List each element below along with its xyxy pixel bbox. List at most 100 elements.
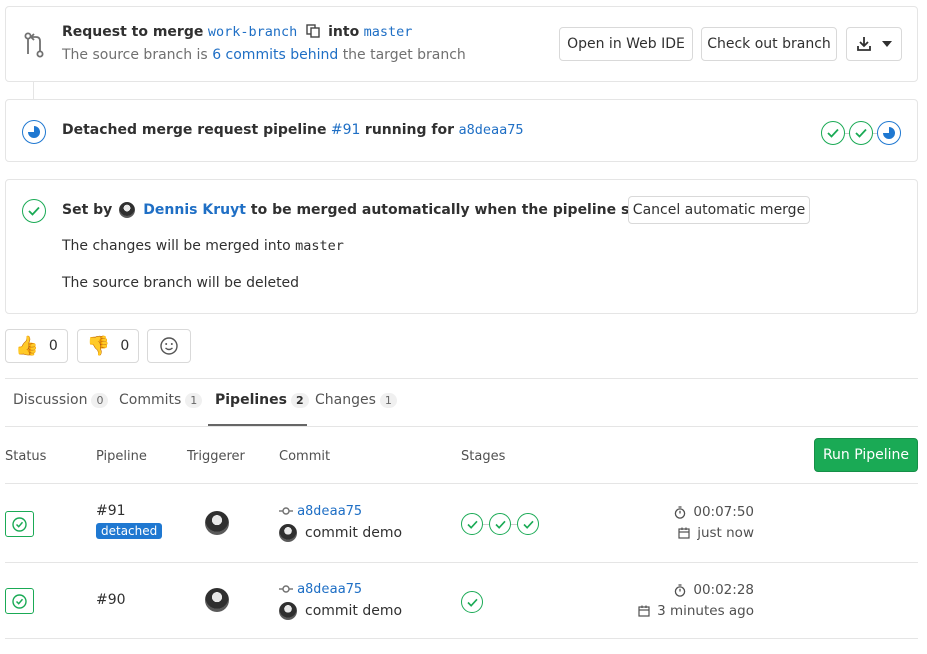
stage-running-icon[interactable] (877, 121, 901, 145)
thumbs-down-button[interactable]: 👎 0 (77, 329, 139, 363)
duration-row: 00:02:28 (674, 582, 754, 598)
pipeline-id-link[interactable]: #91 (331, 122, 361, 138)
pipeline-duration: 00:02:28 (693, 582, 754, 598)
tab-discussion[interactable]: Discussion 0 (13, 392, 109, 408)
commit-title-link[interactable]: commit demo (305, 603, 402, 619)
auto-merge-message: Set by Dennis Kruyt to be merged automat… (62, 202, 693, 218)
timeline-connector (33, 82, 34, 99)
download-dropdown-button[interactable] (846, 27, 902, 61)
detached-tag: detached (96, 523, 163, 539)
pipeline-duration: 00:07:50 (693, 504, 754, 520)
commit-title-row: commit demo (279, 524, 402, 542)
column-header-triggerer: Triggerer (187, 449, 245, 464)
auto-merge-card: Set by Dennis Kruyt to be merged automat… (5, 179, 918, 314)
pipeline-finished-time: 3 minutes ago (657, 603, 754, 619)
source-branch-link[interactable]: work-branch (208, 24, 297, 40)
check-out-branch-button[interactable]: Check out branch (701, 27, 837, 61)
avatar[interactable] (119, 202, 136, 218)
merge-request-icon (23, 32, 45, 58)
commit-sha-link[interactable]: a8deaa75 (297, 503, 362, 519)
auto-merge-text: to be merged automatically when the pipe… (250, 202, 694, 218)
tabs-top-divider (5, 378, 918, 379)
column-header-status: Status (5, 449, 47, 464)
merge-target-info: The changes will be merged into master (62, 238, 344, 254)
commit-sha-link[interactable]: a8deaa75 (297, 581, 362, 597)
calendar-icon (678, 527, 690, 539)
triggerer-avatar[interactable] (205, 588, 229, 612)
pipeline-banner: Detached merge request pipeline #91 runn… (5, 99, 918, 162)
tab-label: Commits (119, 392, 182, 408)
commit-author-avatar[interactable] (279, 602, 297, 620)
thumbs-down-count: 0 (120, 338, 130, 354)
row-divider (5, 638, 918, 639)
finished-row: just now (678, 525, 754, 541)
run-pipeline-button[interactable]: Run Pipeline (814, 438, 918, 472)
column-header-commit: Commit (279, 449, 331, 464)
pipeline-running-icon[interactable] (22, 120, 46, 144)
tab-count-badge: 0 (91, 393, 109, 408)
merged-into-text: The changes will be merged into (62, 238, 291, 254)
behind-status: The source branch is 6 commits behind th… (62, 47, 466, 63)
commits-behind-link[interactable]: 6 commits behind (212, 47, 338, 63)
thumbs-up-icon: 👍 (15, 334, 39, 357)
open-web-ide-button[interactable]: Open in Web IDE (559, 27, 693, 61)
commit-icon (279, 506, 293, 516)
tab-count-badge: 2 (290, 393, 309, 408)
tab-pipelines[interactable]: Pipelines 2 (215, 392, 309, 408)
pipeline-status-passed-badge[interactable] (5, 588, 34, 614)
row-divider (5, 562, 918, 563)
thumbs-down-icon: 👎 (86, 334, 111, 357)
stage-passed-icon[interactable] (849, 121, 873, 145)
download-icon (856, 36, 872, 52)
calendar-icon (638, 605, 650, 617)
add-reaction-button[interactable] (147, 329, 191, 363)
cancel-automatic-merge-button[interactable]: Cancel automatic merge (628, 196, 810, 224)
target-branch-link[interactable]: master (364, 24, 413, 40)
column-header-stages: Stages (461, 449, 506, 464)
tab-count-badge: 1 (379, 393, 397, 408)
chevron-down-icon (882, 41, 892, 47)
thumbs-up-count: 0 (48, 338, 58, 354)
merge-request-header: Request to merge work-branch into master… (5, 6, 918, 82)
commit-title-link[interactable]: commit demo (305, 525, 402, 541)
tabs-bottom-divider (5, 426, 918, 427)
stage-passed-icon[interactable] (489, 513, 511, 535)
timer-icon (674, 505, 686, 519)
running-for-text: running for (364, 122, 455, 138)
thumbs-up-button[interactable]: 👍 0 (5, 329, 68, 363)
pipeline-banner-prefix: Detached merge request pipeline (62, 122, 327, 138)
merged-into-branch: master (295, 238, 344, 254)
copy-branch-icon[interactable] (305, 24, 320, 38)
stage-passed-icon[interactable] (461, 591, 483, 613)
smiley-icon (160, 337, 178, 355)
tab-label: Pipelines (215, 392, 287, 408)
stage-passed-icon[interactable] (517, 513, 539, 535)
auto-merge-success-icon (22, 199, 46, 223)
commit-icon (279, 584, 293, 594)
pipeline-id-link[interactable]: #91 (96, 503, 126, 519)
duration-row: 00:07:50 (674, 504, 754, 520)
merge-request-title: Request to merge work-branch into master (62, 24, 412, 40)
timer-icon (674, 583, 686, 597)
stage-passed-icon[interactable] (461, 513, 483, 535)
pipeline-status-passed-badge[interactable] (5, 511, 34, 537)
commit-sha-row: a8deaa75 (279, 581, 362, 597)
tab-commits[interactable]: Commits 1 (119, 392, 203, 408)
pipeline-banner-text: Detached merge request pipeline #91 runn… (62, 122, 524, 138)
commit-author-avatar[interactable] (279, 524, 297, 542)
into-word: into (328, 24, 360, 40)
stage-passed-icon[interactable] (821, 121, 845, 145)
tab-changes[interactable]: Changes 1 (315, 392, 397, 408)
user-name-link[interactable]: Dennis Kruyt (143, 202, 246, 218)
pipeline-finished-time: just now (697, 525, 754, 541)
set-by-text: Set by (62, 202, 113, 218)
triggerer-avatar[interactable] (205, 511, 229, 535)
tab-label: Changes (315, 392, 376, 408)
behind-prefix: The source branch is (62, 47, 208, 63)
pipeline-id-link[interactable]: #90 (96, 592, 126, 608)
behind-suffix: the target branch (342, 47, 466, 63)
finished-row: 3 minutes ago (638, 603, 754, 619)
commit-sha-row: a8deaa75 (279, 503, 362, 519)
commit-sha-link[interactable]: a8deaa75 (458, 122, 523, 138)
column-header-pipeline: Pipeline (96, 449, 147, 464)
